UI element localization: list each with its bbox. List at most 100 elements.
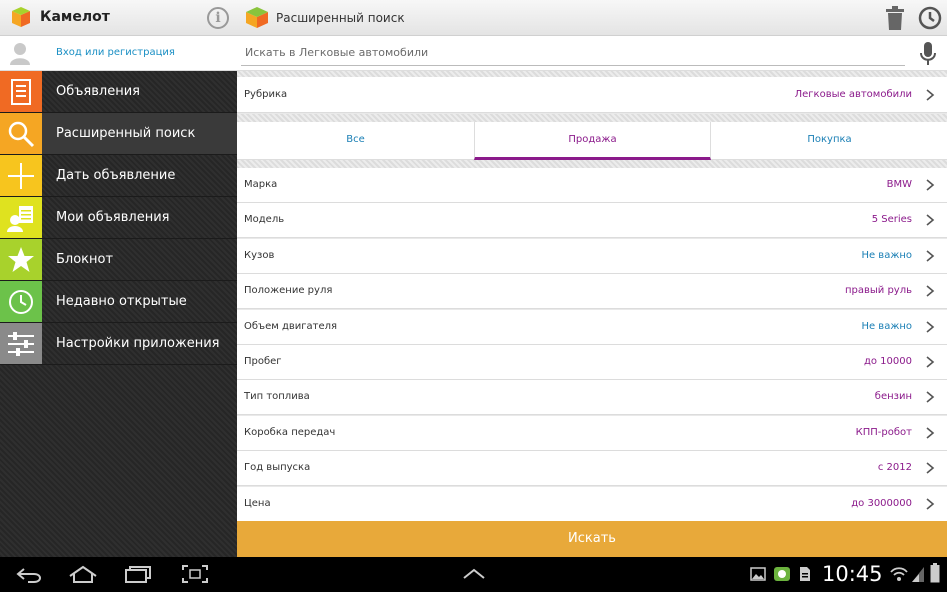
filter-value: до 3000000: [851, 498, 912, 509]
plus-icon: [8, 163, 34, 189]
screen-title: Расширенный поиск: [276, 11, 405, 25]
nav-tile: [0, 197, 42, 238]
sidebar-item-label: Блокнот: [56, 252, 114, 267]
filter-value: до 10000: [863, 356, 912, 367]
chevron-right-icon: [926, 321, 935, 333]
home-icon[interactable]: [68, 565, 98, 583]
filter-label: Год выпуска: [244, 462, 311, 473]
filter-row[interactable]: Модель 5 Series: [237, 203, 947, 238]
filter-row[interactable]: Цена до 3000000: [237, 487, 947, 522]
sidebar-item-label: Дать объявление: [56, 168, 176, 183]
filter-label: Марка: [244, 179, 278, 190]
sidebar-item-settings[interactable]: Настройки приложения: [0, 323, 237, 365]
navigation-sidebar: Объявления Расширенный поиск Дать объявл…: [0, 71, 237, 557]
android-notification-icon: [774, 567, 790, 581]
sidebar-item-advanced-search[interactable]: Расширенный поиск: [0, 113, 237, 155]
screen-logo-icon: [246, 7, 268, 28]
sliders-icon: [8, 332, 34, 356]
sidebar-item-post-ad[interactable]: Дать объявление: [0, 155, 237, 197]
chevron-right-icon: [926, 427, 935, 439]
divider: [237, 114, 947, 122]
tab-sale[interactable]: Продажа: [474, 122, 711, 160]
my-ads-icon: [7, 206, 33, 232]
search-submit-button[interactable]: Искать: [237, 521, 947, 557]
filter-label: Тип топлива: [244, 391, 310, 402]
list-icon: [11, 79, 31, 105]
gallery-notification-icon: [750, 567, 766, 581]
filter-value: 5 Series: [871, 214, 912, 225]
signal-icon: [912, 567, 924, 582]
filter-label: Положение руля: [244, 285, 333, 296]
search-icon: [8, 121, 35, 148]
sidebar-item-label: Расширенный поиск: [56, 126, 196, 141]
category-label: Рубрика: [244, 89, 288, 100]
chevron-right-icon: [926, 285, 935, 297]
filter-row[interactable]: Год выпуска с 2012: [237, 451, 947, 486]
filter-value: правый руль: [844, 285, 912, 296]
filter-row[interactable]: Пробег до 10000: [237, 345, 947, 380]
filter-row[interactable]: Тип топлива бензин: [237, 380, 947, 415]
filter-value: бензин: [874, 391, 912, 402]
nav-tile: [0, 155, 42, 196]
category-row[interactable]: Рубрика Легковые автомобили: [237, 77, 947, 113]
sidebar-item-my-ads[interactable]: Мои объявления: [0, 197, 237, 239]
category-value: Легковые автомобили: [794, 89, 912, 100]
chevron-right-icon: [926, 250, 935, 262]
screenshot-icon[interactable]: [182, 565, 208, 583]
filter-value: Не важно: [861, 321, 912, 332]
filter-value: BMW: [886, 179, 912, 190]
tab-purchase[interactable]: Покупка: [711, 122, 947, 160]
clock-icon: [9, 290, 33, 314]
tab-all[interactable]: Все: [237, 122, 474, 160]
sidebar-item-label: Настройки приложения: [56, 336, 220, 351]
chevron-right-icon: [926, 391, 935, 403]
chevron-right-icon: [926, 462, 935, 474]
microphone-icon[interactable]: [919, 41, 937, 67]
filter-value: КПП-робот: [855, 427, 912, 438]
filter-row[interactable]: Кузов Не важно: [237, 239, 947, 274]
chevron-right-icon: [926, 214, 935, 226]
login-link[interactable]: Вход или регистрация: [56, 47, 175, 58]
search-input[interactable]: [241, 40, 905, 66]
filter-row[interactable]: Положение руля правый руль: [237, 274, 947, 309]
sidebar-item-notebook[interactable]: Блокнот: [0, 239, 237, 281]
sidebar-item-ads[interactable]: Объявления: [0, 71, 237, 113]
login-row[interactable]: Вход или регистрация: [0, 36, 237, 71]
nav-tile: [0, 239, 42, 280]
filter-label: Объем двигателя: [244, 321, 338, 332]
divider: [237, 160, 947, 168]
nav-tile: [0, 323, 42, 364]
clock-time: 10:45: [822, 562, 883, 586]
filter-label: Цена: [244, 498, 271, 509]
app-logo-icon: [12, 7, 30, 27]
filter-row[interactable]: Коробка передач КПП-робот: [237, 416, 947, 451]
system-navigation-bar: 10:45: [0, 557, 947, 592]
chevron-right-icon: [926, 356, 935, 368]
sidebar-item-recent[interactable]: Недавно открытые: [0, 281, 237, 323]
sidebar-item-label: Объявления: [56, 84, 140, 99]
chevron-right-icon: [926, 89, 935, 101]
recent-apps-icon[interactable]: [124, 565, 152, 583]
filter-row[interactable]: Объем двигателя Не важно: [237, 310, 947, 345]
info-icon[interactable]: i: [207, 7, 229, 29]
search-bar: [237, 36, 947, 71]
chevron-up-icon[interactable]: [462, 568, 486, 580]
nav-tile: [0, 113, 42, 154]
filter-label: Пробег: [244, 356, 282, 367]
file-notification-icon: [800, 567, 810, 581]
nav-tile: [0, 281, 42, 322]
trash-icon[interactable]: [884, 5, 906, 31]
chevron-right-icon: [926, 179, 935, 191]
back-icon[interactable]: [16, 567, 42, 583]
action-bar: Камелот i Расширенный поиск: [0, 0, 947, 36]
nav-tile: [0, 71, 42, 112]
sidebar-item-label: Мои объявления: [56, 210, 170, 225]
filter-row[interactable]: Марка BMW: [237, 168, 947, 203]
sidebar-item-label: Недавно открытые: [56, 294, 187, 309]
star-icon: [8, 247, 34, 272]
chevron-right-icon: [926, 498, 935, 510]
filter-value: Не важно: [861, 250, 912, 261]
filter-label: Коробка передач: [244, 427, 336, 438]
history-clock-icon[interactable]: [918, 6, 942, 30]
battery-icon: [930, 563, 940, 583]
